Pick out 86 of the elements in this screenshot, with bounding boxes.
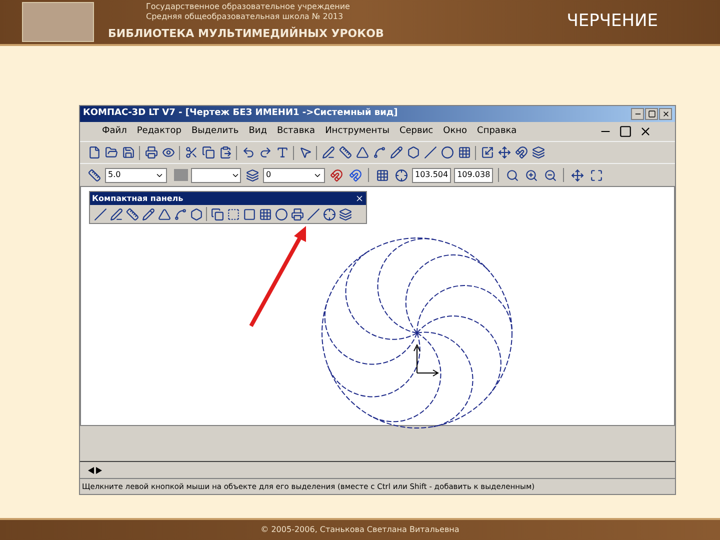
ruler-icon[interactable] xyxy=(126,208,138,220)
scroll-left-icon[interactable] xyxy=(88,466,94,474)
hexagon-icon[interactable] xyxy=(190,208,202,220)
menu-item[interactable]: Сервис xyxy=(399,124,434,138)
close-button[interactable] xyxy=(659,108,672,120)
menu-item[interactable]: Вид xyxy=(248,124,267,138)
panel-title: Компактная панель xyxy=(92,192,184,204)
document-close-button[interactable] xyxy=(638,125,652,138)
pencil-icon[interactable] xyxy=(142,208,154,220)
school-building-picture xyxy=(22,2,94,42)
move-icon[interactable] xyxy=(498,146,510,159)
folder-icon[interactable] xyxy=(104,146,118,159)
square-icon[interactable] xyxy=(242,208,256,220)
grid-icon[interactable] xyxy=(258,208,272,220)
move-icon[interactable] xyxy=(570,168,584,182)
fit-icon[interactable] xyxy=(590,168,603,182)
close-icon xyxy=(662,110,670,118)
subject-title: ЧЕРЧЕНИЕ xyxy=(566,10,658,34)
y-coordinate-field[interactable]: 109.038 xyxy=(454,168,494,182)
pen-icon[interactable] xyxy=(322,146,334,159)
zoom-out-icon[interactable] xyxy=(544,168,557,182)
magnet-icon[interactable] xyxy=(330,168,342,182)
style-swatch-icon xyxy=(174,169,188,181)
copy-icon[interactable] xyxy=(210,208,224,220)
scale-icon[interactable] xyxy=(480,146,494,159)
grid-icon[interactable] xyxy=(376,168,388,182)
triangle-icon[interactable] xyxy=(356,146,368,159)
scroll-right-icon[interactable] xyxy=(96,466,102,474)
undo-icon[interactable] xyxy=(242,146,254,159)
layers-icon[interactable] xyxy=(246,168,258,182)
save-icon[interactable] xyxy=(122,146,134,159)
institution-text: Средняя общеобразовательная школа № 2013 xyxy=(146,12,344,22)
maximize-button[interactable] xyxy=(645,108,658,120)
document-restore-button[interactable] xyxy=(618,125,632,138)
circle-icon[interactable] xyxy=(440,146,454,159)
text-icon[interactable] xyxy=(276,146,288,159)
triangle-icon[interactable] xyxy=(158,208,170,220)
preview-icon[interactable] xyxy=(162,146,174,159)
coordinates-icon[interactable] xyxy=(394,168,408,182)
menu-item[interactable]: Инструменты xyxy=(325,124,390,138)
menu-item[interactable]: Справка xyxy=(477,124,517,138)
cut-icon[interactable] xyxy=(184,146,198,159)
crosshair-icon[interactable] xyxy=(322,208,336,220)
copy-icon[interactable] xyxy=(202,146,214,159)
layer-field[interactable]: 0 xyxy=(263,168,325,182)
pen-icon[interactable] xyxy=(110,208,122,220)
menu-item[interactable]: Выделить xyxy=(191,124,239,138)
layers-icon[interactable] xyxy=(532,146,544,159)
menu-item[interactable]: Файл xyxy=(102,124,127,138)
line-icon[interactable] xyxy=(94,208,106,220)
printer-icon[interactable] xyxy=(290,208,304,220)
maximize-icon xyxy=(648,110,656,118)
style-field[interactable] xyxy=(191,168,241,182)
institution-text: Государственное образовательное учреждение xyxy=(146,2,351,12)
cursor-icon[interactable] xyxy=(298,146,312,159)
printer-icon[interactable] xyxy=(144,146,158,159)
ruler-icon[interactable] xyxy=(338,146,352,159)
magnet-icon[interactable] xyxy=(348,168,362,182)
line-icon[interactable] xyxy=(306,208,320,220)
step-icon[interactable] xyxy=(88,168,100,182)
curve-icon[interactable] xyxy=(174,208,186,220)
zoom-in-icon[interactable] xyxy=(524,168,538,182)
axes-icon xyxy=(414,344,439,376)
minimize-button[interactable] xyxy=(631,108,644,120)
menu-item[interactable]: Окно xyxy=(443,124,468,138)
pencil-icon[interactable] xyxy=(390,146,402,159)
menu-item[interactable]: Вставка xyxy=(276,124,316,138)
scale-field[interactable]: 5.0 xyxy=(105,168,167,182)
x-coordinate-field[interactable]: 103.504 xyxy=(412,168,452,182)
hexagon-icon[interactable] xyxy=(406,146,420,159)
layers-icon[interactable] xyxy=(338,208,352,220)
redo-icon[interactable] xyxy=(258,146,272,159)
new-file-icon[interactable] xyxy=(88,146,100,159)
curve-icon[interactable] xyxy=(372,146,386,159)
close-icon[interactable] xyxy=(355,194,364,203)
grid-icon[interactable] xyxy=(458,146,470,159)
paste-icon[interactable] xyxy=(218,146,232,159)
circle-icon[interactable] xyxy=(274,208,288,220)
window-title: КОМПАС-3D LT V7 - [Чертеж БЕЗ ИМЕНИ1 ->Системный вид] xyxy=(83,107,398,120)
line-icon[interactable] xyxy=(424,146,436,159)
selection-icon[interactable] xyxy=(226,208,240,220)
magnet-icon[interactable] xyxy=(514,146,528,159)
copyright-text: © 2005-2006, Станькова Светлана Витальевна xyxy=(260,524,460,536)
search-icon[interactable] xyxy=(506,168,519,182)
library-title: БИБЛИОТЕКА МУЛЬТИМЕДИЙНЫХ УРОКОВ xyxy=(108,26,384,42)
menu-item[interactable]: Редактор xyxy=(136,124,182,138)
